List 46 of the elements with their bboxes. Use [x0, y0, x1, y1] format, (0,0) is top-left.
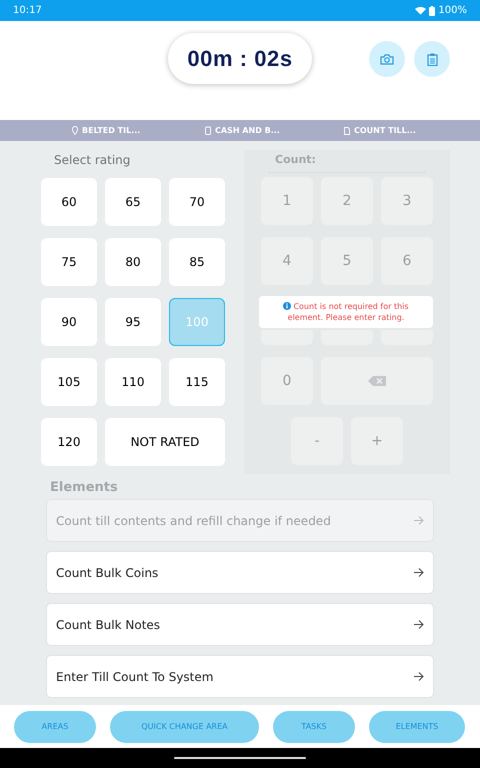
- timer-display: 00m : 02s: [168, 33, 312, 84]
- section-heading: Elements: [50, 479, 119, 497]
- rating-button[interactable]: 65: [105, 178, 161, 226]
- battery-icon: [429, 6, 436, 16]
- document-icon: [344, 126, 350, 134]
- arrow-right-icon: [414, 568, 424, 577]
- breadcrumb-link[interactable]: BELTED TIL...: [82, 124, 140, 136]
- rating-button[interactable]: 70: [169, 178, 225, 226]
- battery-level: 100%: [438, 4, 467, 18]
- element-item[interactable]: Count Bulk Notes: [46, 603, 434, 646]
- wifi-icon: [415, 6, 426, 15]
- rating-button[interactable]: 100: [169, 298, 225, 346]
- nav-button[interactable]: AREAS: [14, 710, 96, 742]
- rating-button[interactable]: 115: [169, 358, 225, 406]
- rating-button[interactable]: 75: [41, 238, 97, 286]
- nav-button[interactable]: QUICK CHANGE AREA: [110, 710, 259, 742]
- count-label: Count:: [269, 150, 425, 173]
- section-heading: Select rating: [54, 152, 132, 169]
- breadcrumb-link[interactable]: CASH AND B...: [215, 124, 280, 136]
- info-tooltip: Count is not required for this element. Please enter rating.: [259, 296, 433, 328]
- arrow-right-icon: [414, 672, 424, 681]
- element-item[interactable]: Count Bulk Coins: [46, 551, 434, 594]
- info-icon: [283, 302, 292, 310]
- nav-button[interactable]: ELEMENTS: [369, 710, 465, 742]
- rating-button[interactable]: 110: [105, 358, 161, 406]
- breadcrumb-link[interactable]: COUNT TILL...: [354, 124, 416, 136]
- arrow-right-icon: [414, 620, 424, 629]
- location-pin-icon: [72, 126, 78, 135]
- clipboard-icon: [205, 126, 211, 135]
- camera-button[interactable]: [369, 41, 405, 77]
- nav-button[interactable]: TASKS: [273, 710, 355, 742]
- element-item[interactable]: Enter Till Count To System: [46, 655, 434, 698]
- camera-icon: [380, 54, 394, 64]
- rating-button[interactable]: 120: [41, 418, 97, 466]
- arrow-right-icon: [414, 516, 424, 525]
- rating-button[interactable]: NOT RATED: [105, 418, 225, 466]
- rating-button[interactable]: 80: [105, 238, 161, 286]
- rating-button[interactable]: 60: [41, 178, 97, 226]
- clipboard-button[interactable]: [414, 41, 450, 77]
- rating-button[interactable]: 105: [41, 358, 97, 406]
- rating-button[interactable]: 90: [41, 298, 97, 346]
- backspace-icon: [368, 376, 386, 386]
- rating-button[interactable]: 85: [169, 238, 225, 286]
- clipboard-icon: [426, 52, 438, 66]
- status-time: 10:17: [13, 4, 42, 18]
- rating-button[interactable]: 95: [105, 298, 161, 346]
